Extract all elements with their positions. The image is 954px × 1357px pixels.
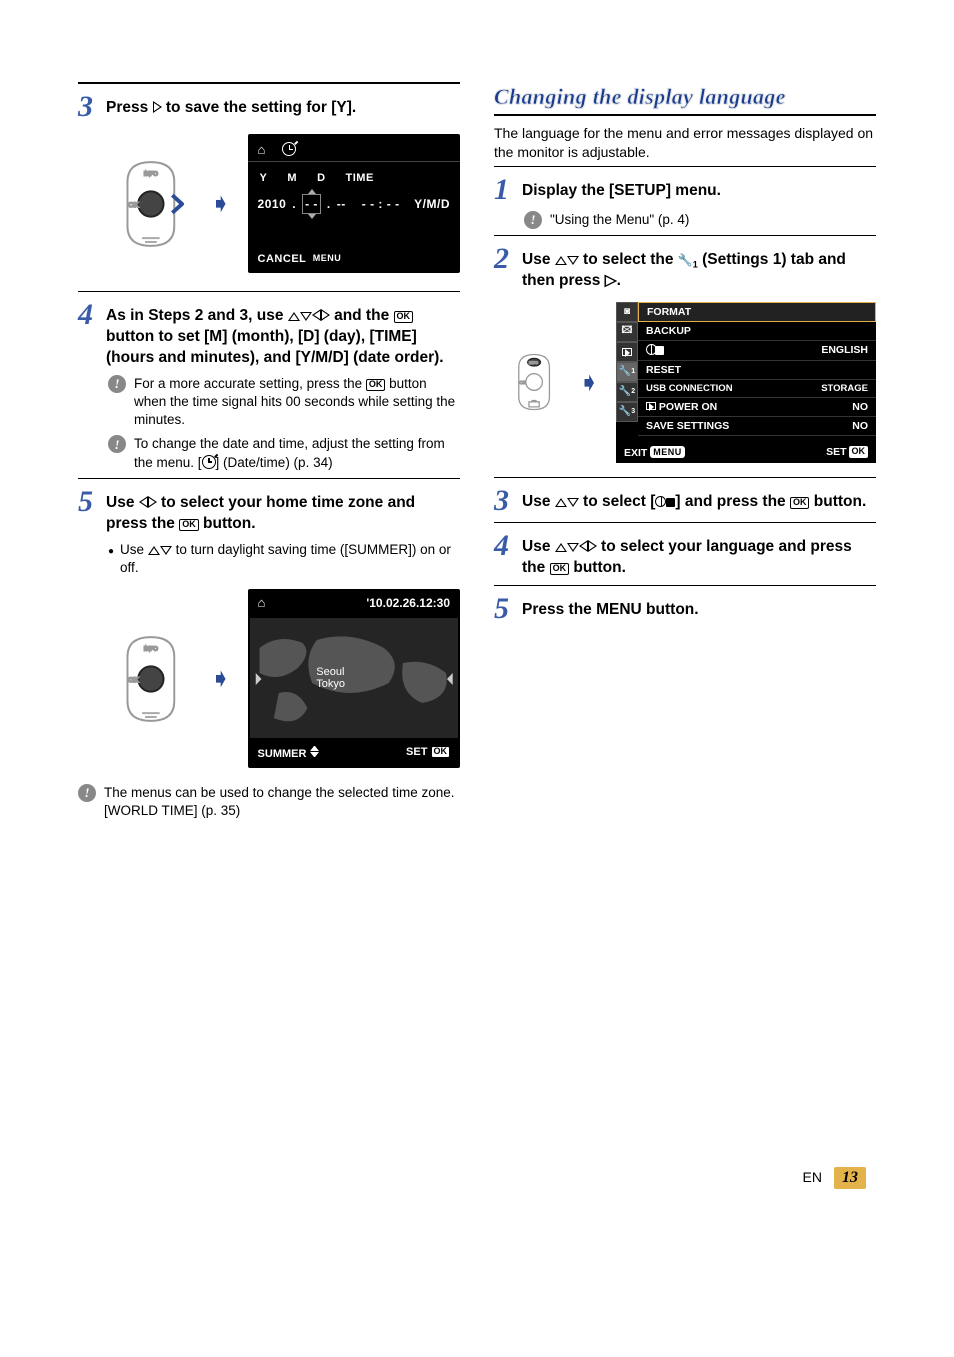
svg-text:OK: OK	[128, 677, 138, 684]
hdr-m: M	[287, 172, 297, 184]
setup-row-poweron: POWER ONNO	[638, 398, 876, 417]
arrow-icon: ➧	[578, 367, 600, 398]
right-arrow-icon	[153, 101, 162, 113]
order-val: Y/M/D	[414, 197, 450, 211]
svg-text:INFO: INFO	[144, 646, 158, 652]
step-5: 5 Use to select your home time zone and …	[78, 487, 460, 535]
dpad-icon: INFO OK	[108, 151, 194, 257]
step-text: Display the [SETUP] menu.	[522, 175, 721, 202]
step-4: 4 As in Steps 2 and 3, use and the OK bu…	[78, 300, 460, 369]
step-number: 1	[494, 175, 516, 205]
final-note-text: The menus can be used to change the sele…	[104, 784, 460, 820]
page-footer: EN 13	[78, 1167, 876, 1189]
tab-settings3-icon: 🔧3	[616, 402, 638, 422]
step-text: As in Steps 2 and 3, use and the OK butt…	[106, 300, 460, 369]
step5-bullet: ● Use to turn daylight saving time ([SUM…	[108, 541, 460, 577]
r-step-1: 1 Display the [SETUP] menu.	[494, 175, 876, 205]
setup-side-tabs: ◙ 🖾 🔧1 🔧2 🔧3	[616, 302, 638, 442]
setup-row-save: SAVE SETTINGSNO	[638, 417, 876, 436]
menu-badge: MENU	[310, 252, 345, 264]
updown-icon	[310, 746, 319, 757]
home-icon: ⌂	[258, 142, 266, 157]
clock-icon	[282, 142, 296, 156]
dpad-diagram-1: INFO OK ➧ ⌂ Y M D TIME 2010 . - - . -- -…	[108, 134, 460, 273]
step-text: Use to select [] and press the OK button…	[522, 486, 866, 513]
time-val: - - : - -	[362, 197, 400, 211]
setup-menu: ◙ 🖾 🔧1 🔧2 🔧3 FORMAT BACKUP ENGLISH RESET…	[616, 302, 876, 442]
svg-text:INFO: INFO	[529, 361, 538, 365]
play-icon	[646, 402, 656, 410]
step-number: 4	[78, 300, 100, 330]
section-title: Changing the display language	[494, 84, 876, 110]
arrow-icon: ➧	[210, 188, 232, 219]
section-intro: The language for the menu and error mess…	[494, 124, 876, 162]
tab-settings2-icon: 🔧2	[616, 382, 638, 402]
step-number: 2	[494, 244, 516, 274]
note-icon: !	[524, 211, 542, 229]
set-label: SET	[406, 746, 427, 758]
setup-diagram: INFO OK ➧ ◙ 🖾 🔧1 🔧2 🔧3 FORMAT BACKUP ENG…	[506, 302, 876, 463]
arrow-icon: ➧	[210, 663, 232, 694]
r-step-5: 5 Press the MENU button.	[494, 594, 876, 624]
r-step-2: 2 Use to select the 🔧1 (Settings 1) tab …	[494, 244, 876, 292]
camera-lcd-timezone: ⌂'10.02.26.12:30 Seoul Tokyo SUMMER SET …	[248, 589, 460, 768]
tab-play-icon	[616, 342, 638, 362]
summer-label: SUMMER	[258, 748, 307, 760]
globe-icon	[646, 344, 657, 355]
setup-row-backup: BACKUP	[638, 322, 876, 341]
day-val: --	[337, 197, 346, 211]
setup-row-format: FORMAT	[638, 302, 876, 322]
note-icon: !	[108, 435, 126, 453]
footer-lang: EN	[803, 1169, 822, 1185]
r-step1-note: ! "Using the Menu" (p. 4)	[524, 211, 876, 229]
tz-top: '10.02.26.12:30	[366, 596, 450, 610]
tab-camera-icon: ◙	[616, 302, 638, 322]
step-text: Press the MENU button.	[522, 594, 699, 621]
hdr-d: D	[317, 172, 325, 184]
globe-icon	[655, 496, 666, 507]
step-number: 5	[494, 594, 516, 624]
svg-text:OK: OK	[128, 201, 138, 208]
step4-note1: ! For a more accurate setting, press the…	[108, 375, 460, 430]
year-val: 2010	[258, 197, 287, 211]
step-text: Use to select your home time zone and pr…	[106, 487, 460, 535]
step-number: 4	[494, 531, 516, 561]
dpad-icon: INFO OK	[108, 626, 194, 732]
world-map: Seoul Tokyo	[250, 618, 458, 738]
city-list: Seoul Tokyo	[316, 666, 345, 690]
svg-text:INFO: INFO	[144, 171, 158, 177]
tab-settings1-icon: 🔧1	[616, 362, 638, 382]
step-number: 5	[78, 487, 100, 517]
r-step-4: 4 Use to select your language and press …	[494, 531, 876, 579]
page-number: 13	[834, 1167, 866, 1189]
clock-icon	[202, 455, 216, 469]
home-icon: ⌂	[258, 595, 266, 610]
dpad-diagram-2: INFO OK ➧ ⌂ '10.02.26.12:30 Seoul Tokyo	[108, 589, 460, 768]
step-text: Use to select the 🔧1 (Settings 1) tab an…	[522, 244, 876, 292]
hdr-time: TIME	[346, 172, 374, 184]
cancel-label: CANCEL	[258, 253, 307, 265]
camera-lcd-date: ⌂ Y M D TIME 2010 . - - . -- - - : - - Y…	[248, 134, 460, 273]
note-icon: !	[78, 784, 96, 802]
month-val: - -	[302, 194, 321, 214]
setup-row-reset: RESET	[638, 361, 876, 380]
dpad-icon: INFO OK	[506, 335, 562, 429]
wrench-icon: 🔧1	[678, 252, 698, 271]
setup-row-usb: USB CONNECTIONSTORAGE	[638, 380, 876, 398]
tab-image-icon: 🖾	[616, 322, 638, 342]
step-3: 3 Press to save the setting for [Y].	[78, 92, 460, 122]
svg-text:OK: OK	[519, 380, 525, 385]
r-step-3: 3 Use to select [] and press the OK butt…	[494, 486, 876, 516]
step-number: 3	[494, 486, 516, 516]
step-number: 3	[78, 92, 100, 122]
note-icon: !	[108, 375, 126, 393]
step-text: Use to select your language and press th…	[522, 531, 876, 579]
hdr-y: Y	[260, 172, 268, 184]
setup-row-lang: ENGLISH	[638, 341, 876, 361]
step-text: Press to save the setting for [Y].	[106, 92, 356, 119]
step4-note2: ! To change the date and time, adjust th…	[108, 435, 460, 471]
final-note: ! The menus can be used to change the se…	[78, 784, 460, 820]
